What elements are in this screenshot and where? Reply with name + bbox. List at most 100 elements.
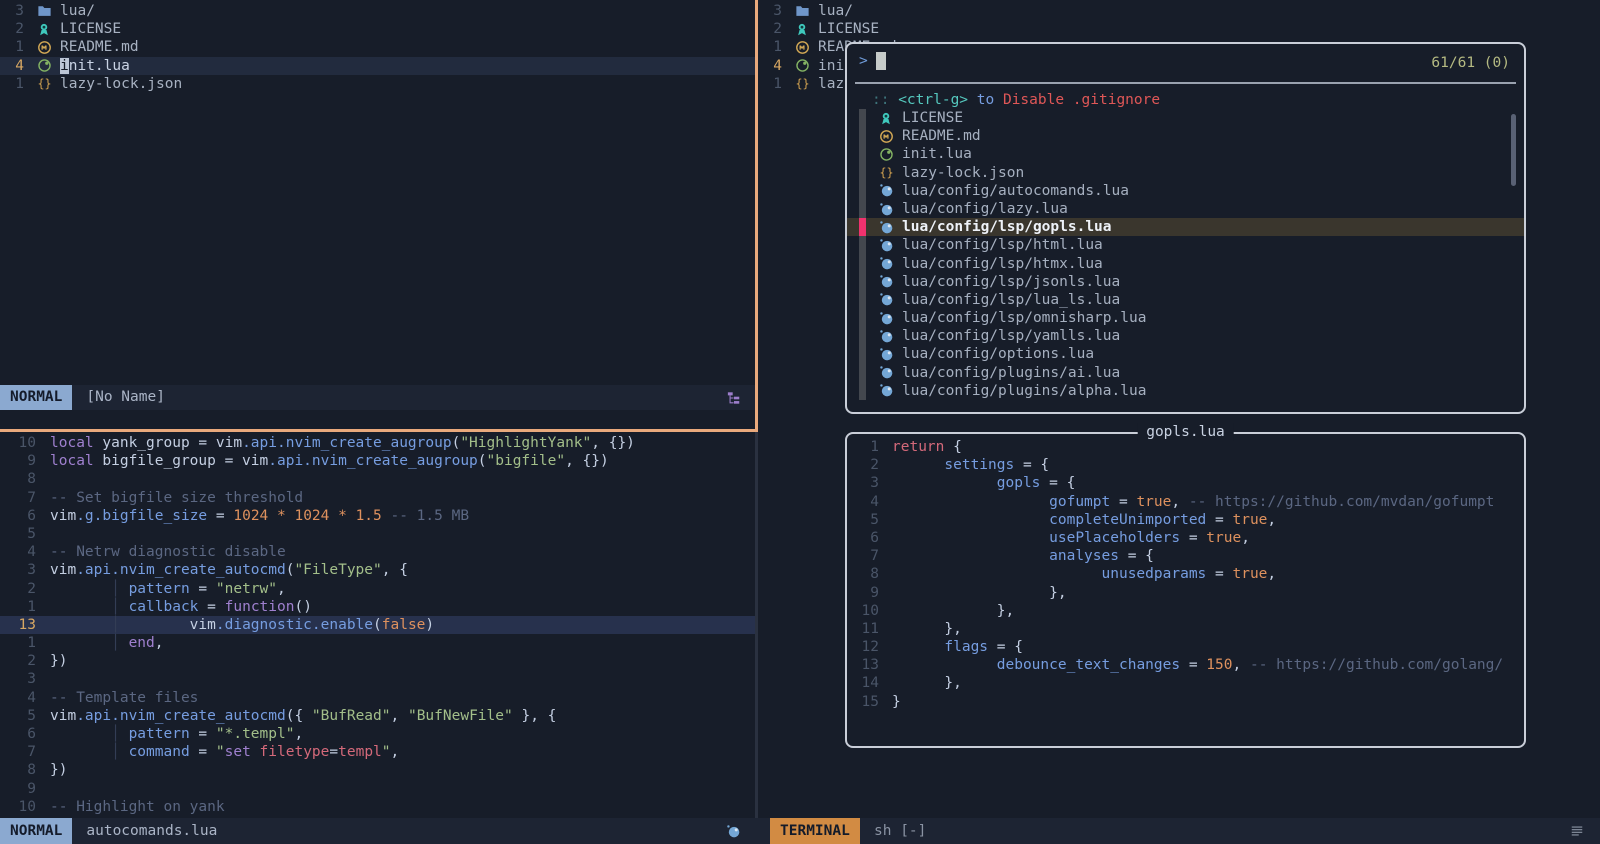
file-path: lua/config/lsp/html.lua <box>902 236 1103 254</box>
code-line: 4-- Netrw diagnostic disable <box>0 543 755 561</box>
readme-file-icon <box>37 40 53 55</box>
lua-file-icon <box>879 292 895 307</box>
line-number: 6 <box>6 507 36 525</box>
statusline-bottom: NORMAL autocomands.lua TERMINAL sh [-] <box>0 818 1600 844</box>
file-path: lua/config/autocomands.lua <box>902 182 1129 200</box>
fzf-gutter <box>859 236 866 254</box>
fzf-result-item[interactable]: lua/config/plugins/alpha.lua <box>847 382 1524 400</box>
file-tree-item[interactable]: 3 lua/ <box>758 2 1600 20</box>
code-line: 8}) <box>0 761 755 779</box>
code-line: 9 <box>0 780 755 798</box>
line-number: 13 <box>6 616 36 634</box>
file-name: lua/ <box>818 2 853 20</box>
line-number: 12 <box>857 638 879 656</box>
fzf-scrollbar[interactable] <box>1511 114 1516 186</box>
fzf-result-item[interactable]: lua/config/lsp/html.lua <box>847 236 1524 254</box>
code-line: 6 │ pattern = "*.templ", <box>0 725 755 743</box>
fzf-keybind-hint: :: <ctrl-g> to Disable .gitignore <box>872 91 1160 109</box>
fzf-result-item[interactable]: LICENSE <box>847 109 1524 127</box>
line-number: 13 <box>857 656 879 674</box>
file-path: LICENSE <box>902 109 963 127</box>
fzf-gutter <box>859 382 866 400</box>
fzf-gutter <box>859 127 866 145</box>
line-number: 3 <box>764 2 782 20</box>
fzf-result-item[interactable]: lua/config/lsp/omnisharp.lua <box>847 309 1524 327</box>
preview-code-line: 3 gopls = { <box>847 474 1524 492</box>
lua-filetype-icon <box>726 824 741 839</box>
file-tree-item[interactable]: 3lua/ <box>0 2 757 20</box>
lua-file-icon <box>879 183 895 198</box>
fzf-gutter <box>859 164 866 182</box>
fzf-result-item[interactable]: README.md <box>847 127 1524 145</box>
preview-code-line: 15} <box>847 693 1524 711</box>
readme-file-icon <box>795 40 811 55</box>
fzf-result-item[interactable]: lua/config/lsp/yamlls.lua <box>847 327 1524 345</box>
lua-file-icon <box>879 238 895 253</box>
fzf-result-item[interactable]: lua/config/lazy.lua <box>847 200 1524 218</box>
code-line: 10-- Highlight on yank <box>0 798 755 816</box>
terminal-mode-indicator: TERMINAL <box>770 818 860 844</box>
fzf-prompt[interactable]: > <box>859 52 886 70</box>
fzf-result-item[interactable]: lua/config/lsp/gopls.lua <box>847 218 1524 236</box>
file-tree-item[interactable]: 2 LICENSE <box>0 20 757 38</box>
preview-code-line: 11 }, <box>847 620 1524 638</box>
json-file-icon: {} <box>879 165 895 180</box>
preview-code: 1return {2 settings = {3 gopls = {4 gofu… <box>847 438 1524 711</box>
fzf-result-item[interactable]: lua/config/lsp/lua_ls.lua <box>847 291 1524 309</box>
fzf-gutter <box>859 145 866 163</box>
terminal-buffer-name: sh [-] <box>874 822 926 840</box>
lua-file-icon <box>879 383 895 398</box>
file-tree-left: 3lua/2 LICENSE1README.md4init.lua1{}lazy-… <box>0 0 757 387</box>
line-number: 11 <box>857 620 879 638</box>
line-number: 10 <box>6 798 36 816</box>
preview-code-line: 2 settings = { <box>847 456 1524 474</box>
line-number: 7 <box>857 547 879 565</box>
fzf-result-item[interactable]: lua/config/plugins/ai.lua <box>847 364 1524 382</box>
line-number: 9 <box>857 584 879 602</box>
file-name: LICENSE <box>60 20 121 38</box>
line-number: 15 <box>857 693 879 711</box>
fzf-result-item[interactable]: lua/config/lsp/jsonls.lua <box>847 273 1524 291</box>
fzf-result-item[interactable]: lua/config/options.lua <box>847 345 1524 363</box>
lua-file-icon <box>879 220 895 235</box>
file-tree-item[interactable]: 4init.lua <box>0 57 757 75</box>
file-tree-item[interactable]: 1README.md <box>0 38 757 56</box>
preview-code-line: 13 debounce_text_changes = 150, -- https… <box>847 656 1524 674</box>
line-number: 4 <box>6 543 36 561</box>
code-line: 9local bigfile_group = vim.api.nvim_crea… <box>0 452 755 470</box>
code-line: 13 │ vim.diagnostic.enable(false) <box>0 616 755 634</box>
fzf-gutter <box>859 291 866 309</box>
line-number: 3 <box>857 474 879 492</box>
code-line: 6vim.g.bigfile_size = 1024 * 1024 * 1.5 … <box>0 507 755 525</box>
fzf-gutter <box>859 200 866 218</box>
code-line: 10local yank_group = vim.api.nvim_create… <box>0 434 755 452</box>
tree-toggle-icon <box>727 391 741 405</box>
file-tree-item[interactable]: 2LICENSE <box>758 20 1600 38</box>
neovim-screen: 3lua/2LICENSE1README.md4init.lua1{}lazy-… <box>0 0 1600 844</box>
license-file-icon <box>879 111 895 126</box>
code-line: 1 │ end, <box>0 634 755 652</box>
line-number: 1 <box>857 438 879 456</box>
line-number: 2 <box>6 20 24 38</box>
fzf-result-item[interactable]: lua/config/lsp/htmx.lua <box>847 255 1524 273</box>
file-path: lua/config/lsp/lua_ls.lua <box>902 291 1120 309</box>
fzf-result-item[interactable]: lua/config/autocomands.lua <box>847 182 1524 200</box>
line-number: 14 <box>857 674 879 692</box>
line-number: 10 <box>857 602 879 620</box>
lua-file-icon <box>879 365 895 380</box>
block-cursor: i <box>60 58 69 74</box>
fzf-result-item[interactable]: {}lazy-lock.json <box>847 164 1524 182</box>
selection-pointer <box>859 218 866 236</box>
lua-file-icon <box>879 256 895 271</box>
luainit-file-icon <box>795 58 811 73</box>
line-number: 2 <box>6 580 36 598</box>
lua-file-icon <box>879 202 895 217</box>
file-name: lua/ <box>60 2 95 20</box>
lua-file-icon <box>879 347 895 362</box>
fzf-gutter <box>859 109 866 127</box>
file-tree-item[interactable]: 1{}lazy-lock.json <box>0 75 757 93</box>
fzf-result-item[interactable]: init.lua <box>847 145 1524 163</box>
fzf-gutter <box>859 255 866 273</box>
code-line: 8 <box>0 470 755 488</box>
code-line: 3vim.api.nvim_create_autocmd("FileType",… <box>0 561 755 579</box>
